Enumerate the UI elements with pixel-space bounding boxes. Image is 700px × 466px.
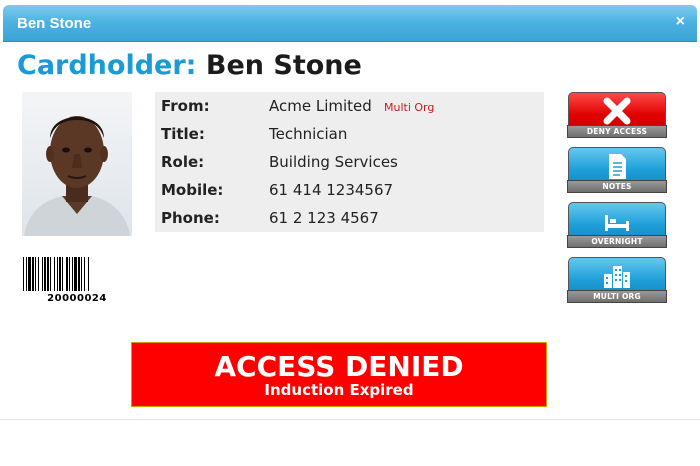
multi-org-tag: Multi Org (384, 101, 435, 114)
deny-access-label: DENY ACCESS (567, 125, 667, 138)
detail-value: Building Services (269, 153, 398, 171)
dialog-titlebar[interactable]: Ben Stone × (3, 5, 697, 42)
detail-row-phone: Phone: 61 2 123 4567 (155, 204, 544, 232)
deny-access-button[interactable]: DENY ACCESS (567, 92, 667, 144)
detail-value: 61 2 123 4567 (269, 209, 379, 227)
detail-label: Title: (161, 125, 205, 143)
x-icon (603, 97, 631, 125)
barcode-number: 20000024 (47, 293, 107, 304)
notes-button[interactable]: NOTES (567, 147, 667, 199)
cardholder-dialog: Ben Stone × Cardholder: Ben Stone 200000… (0, 0, 700, 466)
cardholder-label: Cardholder: (17, 50, 197, 81)
detail-row-from: From: Acme Limited Multi Org (155, 92, 544, 120)
close-icon[interactable]: × (676, 13, 685, 31)
detail-row-mobile: Mobile: 61 414 1234567 (155, 176, 544, 204)
page-title: Cardholder: Ben Stone (17, 50, 362, 81)
multi-org-button[interactable]: MULTI ORG (567, 257, 667, 309)
bed-icon (605, 215, 629, 231)
detail-row-role: Role: Building Services (155, 148, 544, 176)
overnight-button[interactable]: OVERNIGHT (567, 202, 667, 254)
access-status-title: ACCESS DENIED (214, 350, 464, 383)
cardholder-name: Ben Stone (205, 50, 362, 81)
detail-label: From: (161, 97, 210, 115)
access-status-reason: Induction Expired (264, 381, 414, 399)
divider (0, 419, 700, 420)
access-status-banner: ACCESS DENIED Induction Expired (131, 342, 547, 407)
notes-label: NOTES (567, 180, 667, 193)
multi-org-label: MULTI ORG (567, 290, 667, 303)
detail-row-title: Title: Technician (155, 120, 544, 148)
details-panel: From: Acme Limited Multi Org Title: Tech… (155, 92, 544, 232)
overnight-label: OVERNIGHT (567, 235, 667, 248)
detail-label: Role: (161, 153, 205, 171)
buildings-icon (604, 266, 630, 288)
portrait-icon (24, 116, 130, 236)
cardholder-photo (22, 92, 132, 236)
detail-label: Mobile: (161, 181, 224, 199)
detail-value: Acme Limited (269, 97, 372, 115)
barcode (23, 257, 89, 291)
detail-label: Phone: (161, 209, 220, 227)
detail-value: 61 414 1234567 (269, 181, 394, 199)
dialog-title: Ben Stone (17, 15, 92, 32)
detail-value: Technician (269, 125, 348, 143)
document-icon (609, 154, 626, 179)
